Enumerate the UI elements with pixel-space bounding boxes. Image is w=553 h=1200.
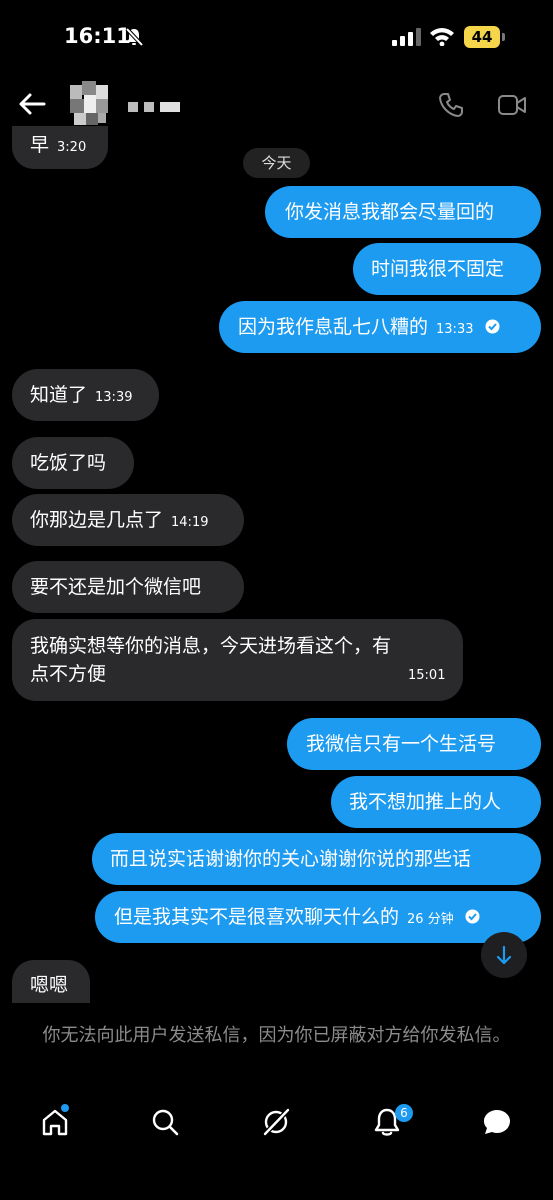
message-text-line2: 点不方便 — [30, 663, 107, 685]
message-outgoing[interactable]: 你发消息我都会尽量回的 — [265, 186, 541, 238]
message-time: 3:20 — [57, 140, 87, 155]
blocked-notice: 你无法向此用户发送私信，因为你已屏蔽对方给你发私信。 — [42, 1025, 511, 1046]
message-text: 嗯嗯 — [30, 974, 69, 996]
battery-level: 44 — [464, 26, 500, 48]
notifications-badge: 6 — [395, 1104, 413, 1122]
message-incoming[interactable]: 你那边是几点了 14:19 — [12, 494, 244, 546]
message-text: 吃饭了吗 — [30, 452, 107, 474]
message-text: 但是我其实不是很喜欢聊天什么的 — [114, 906, 400, 928]
avatar[interactable] — [66, 81, 112, 127]
scroll-to-bottom-button[interactable] — [481, 932, 527, 978]
message-incoming[interactable]: 我确实想等你的消息，今天进场看这个，有 点不方便 15:01 — [12, 619, 463, 701]
message-text: 早 — [30, 134, 50, 156]
wifi-icon — [430, 28, 454, 46]
message-time: 13:33 — [436, 322, 474, 337]
video-camera-icon[interactable] — [497, 94, 527, 116]
read-check-icon — [465, 909, 480, 923]
message-text: 你那边是几点了 — [30, 509, 164, 531]
message-incoming[interactable]: 早 3:20 — [12, 126, 108, 169]
message-text: 时间我很不固定 — [371, 258, 505, 280]
bottom-tab-bar — [0, 1095, 553, 1155]
message-incoming[interactable]: 知道了 13:39 — [12, 369, 159, 421]
message-time: 26 分钟 — [407, 912, 454, 927]
back-arrow-icon[interactable] — [18, 91, 46, 117]
status-time: 16:11 — [64, 24, 131, 48]
message-text: 因为我作息乱七八糟的 — [238, 316, 429, 338]
read-check-icon — [485, 319, 500, 333]
contact-name-redacted[interactable] — [128, 101, 182, 113]
message-text: 你发消息我都会尽量回的 — [285, 201, 495, 223]
message-text: 我不想加推上的人 — [349, 791, 502, 813]
message-text-line1: 我确实想等你的消息，今天进场看这个，有 — [30, 635, 392, 657]
grok-icon[interactable] — [261, 1107, 291, 1137]
home-unread-dot — [61, 1104, 69, 1112]
message-outgoing[interactable]: 而且说实话谢谢你的关心谢谢你说的那些话 — [92, 833, 541, 885]
message-time: 15:01 — [408, 668, 446, 683]
message-incoming[interactable]: 要不还是加个微信吧 — [12, 561, 244, 613]
message-text: 要不还是加个微信吧 — [30, 576, 202, 598]
message-incoming[interactable]: 吃饭了吗 — [12, 437, 134, 489]
phone-icon[interactable] — [438, 92, 464, 118]
messages-icon[interactable] — [482, 1107, 512, 1137]
date-divider: 今天 — [243, 148, 310, 178]
battery-tip — [502, 33, 505, 41]
status-bar: 16:11 44 — [0, 0, 553, 75]
message-incoming[interactable]: 嗯嗯 — [12, 960, 90, 1003]
message-text: 知道了 — [30, 384, 88, 406]
message-outgoing[interactable]: 我不想加推上的人 — [331, 776, 541, 828]
message-outgoing[interactable]: 时间我很不固定 — [353, 243, 541, 295]
message-text: 我微信只有一个生活号 — [306, 733, 497, 755]
silent-bell-icon — [125, 27, 144, 47]
message-time: 13:39 — [95, 390, 133, 405]
message-time: 14:19 — [171, 515, 209, 530]
search-icon[interactable] — [150, 1107, 180, 1137]
cellular-signal-icon — [392, 28, 421, 46]
message-outgoing[interactable]: 因为我作息乱七八糟的 13:33 — [219, 301, 541, 353]
message-outgoing[interactable]: 但是我其实不是很喜欢聊天什么的 26 分钟 — [95, 891, 541, 943]
arrow-down-icon — [496, 945, 512, 965]
message-text: 而且说实话谢谢你的关心谢谢你说的那些话 — [110, 848, 472, 870]
message-outgoing[interactable]: 我微信只有一个生活号 — [287, 718, 541, 770]
